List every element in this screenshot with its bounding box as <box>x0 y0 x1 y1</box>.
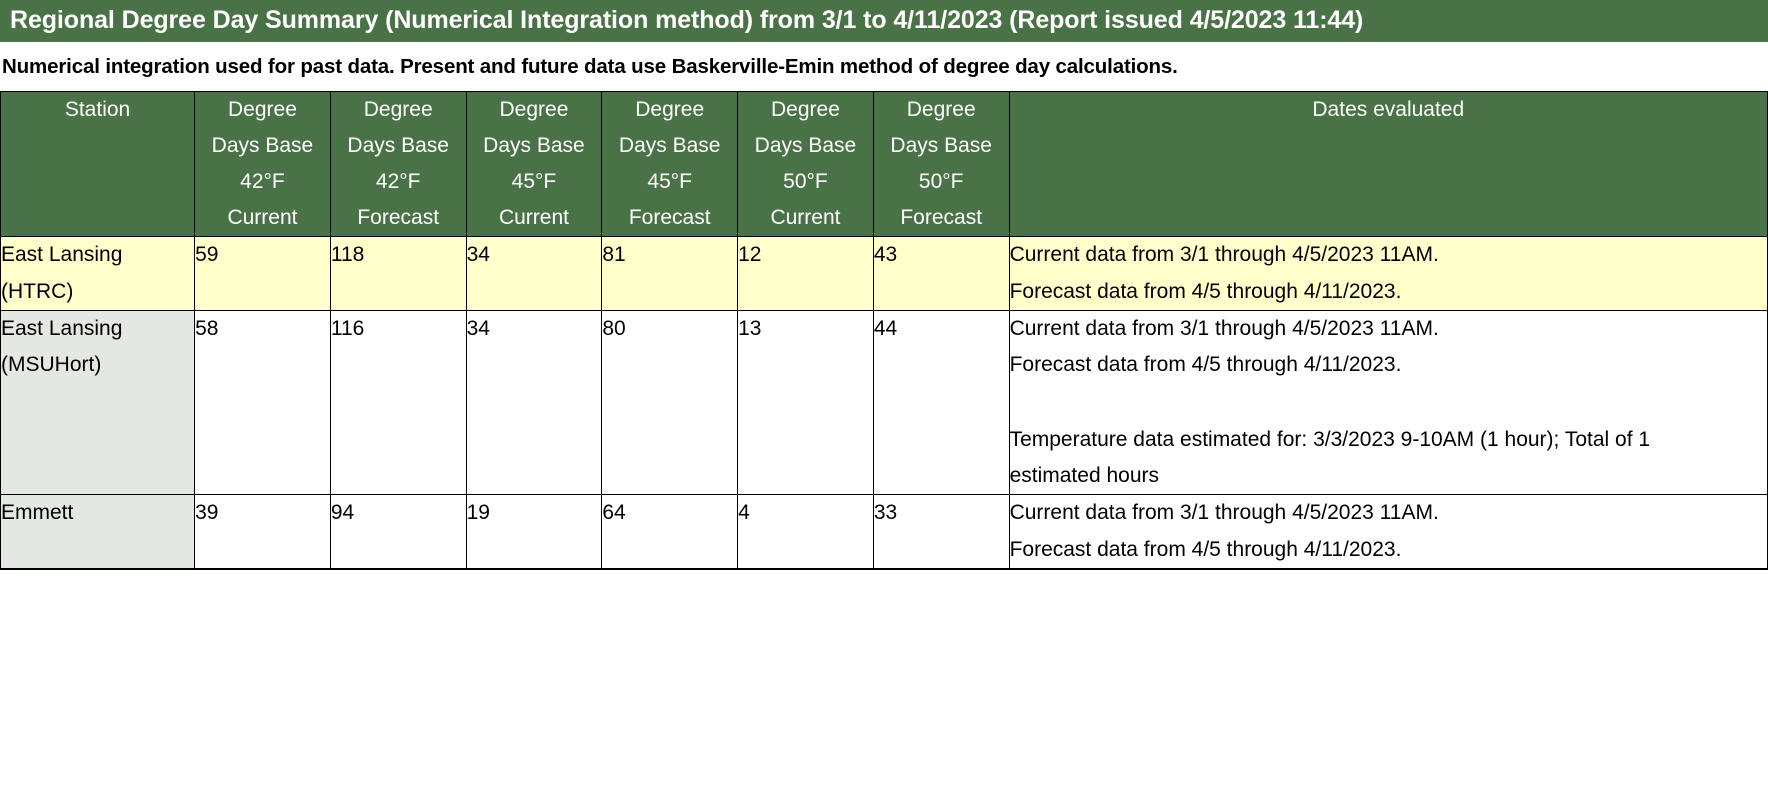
column-header-line: Days Base <box>754 134 857 158</box>
column-header-line: Station <box>64 98 131 121</box>
degree-day-value-dd45cur: 19 <box>465 494 603 570</box>
column-header-line: Degree <box>635 98 705 121</box>
column-header-line: 50°F <box>918 170 964 194</box>
column-header-line: Days Base <box>890 134 992 158</box>
column-header-line: 42°F <box>240 170 285 194</box>
table-header: Station Degree Days Base 42°F Current Degree D… <box>0 90 1768 238</box>
column-header-line: Days Base <box>211 134 314 158</box>
dates-evaluated-cell <box>1008 568 1768 571</box>
dates-evaluated-line: Forecast data from 4/5 through 4/11/2023… <box>1009 537 1402 561</box>
column-header-line: Forecast <box>900 206 983 230</box>
degree-day-value-dd45fc: 81 <box>601 236 739 312</box>
station-name-line: East Lansing <box>1 243 123 267</box>
page-title: Regional Degree Day Summary (Numerical I… <box>0 0 1768 42</box>
dates-evaluated-cell: Current data from 3/1 through 4/5/2023 1… <box>1008 236 1768 312</box>
station-name-line: East Lansing <box>1 317 123 341</box>
station-name-cell <box>0 568 196 571</box>
column-header-line: 45°F <box>511 170 557 194</box>
degree-day-value-dd50fc: 43 <box>872 236 1010 312</box>
table-row <box>0 568 1768 571</box>
dates-evaluated-cell: Current data from 3/1 through 4/5/2023 1… <box>1008 310 1768 496</box>
dates-evaluated-line: Forecast data from 4/5 through 4/11/2023… <box>1009 353 1402 377</box>
estimated-data-note-line: estimated hours <box>1009 464 1159 488</box>
column-header-line: Current <box>227 206 298 230</box>
table-body: East Lansing (HTRC) 59 118 34 81 12 43 Current d… <box>0 236 1768 571</box>
degree-day-value-dd50cur: 4 <box>737 494 874 570</box>
column-header-line: Days Base <box>347 134 449 158</box>
table-header-row: Station Degree Days Base 42°F Current Degree D… <box>0 90 1768 238</box>
dates-evaluated-line: Current data from 3/1 through 4/5/2023 1… <box>1009 243 1439 267</box>
degree-day-value-dd45cur <box>465 568 603 571</box>
column-header-line: Degree <box>363 98 433 121</box>
dates-evaluated-line: Current data from 3/1 through 4/5/2023 1… <box>1009 317 1439 341</box>
column-header-line: Current <box>498 206 569 230</box>
degree-day-value-dd45fc: 64 <box>601 494 739 570</box>
station-name-cell: Emmett <box>0 494 196 570</box>
degree-day-value-dd50cur: 13 <box>737 310 874 496</box>
column-header-line: 50°F <box>783 170 828 194</box>
station-name-line: (HTRC) <box>1 279 74 303</box>
dates-evaluated-line: Current data from 3/1 through 4/5/2023 1… <box>1009 501 1439 525</box>
degree-day-value-dd50fc: 44 <box>872 310 1010 496</box>
column-header-dd42cur: Degree Days Base 42°F Current <box>194 90 331 238</box>
dates-evaluated-line: Forecast data from 4/5 through 4/11/2023… <box>1009 279 1402 303</box>
column-header-dd50cur: Degree Days Base 50°F Current <box>737 90 874 238</box>
degree-day-value-dd42cur <box>194 568 331 571</box>
degree-day-value-dd42cur: 58 <box>194 310 331 496</box>
column-header-line: Degree <box>771 98 840 121</box>
table-row: Emmett 39 94 19 64 4 33 Current data from 3/1 t… <box>0 494 1768 570</box>
column-header-dd42fc: Degree Days Base 42°F Forecast <box>329 90 467 238</box>
column-header-line: Degree <box>228 98 297 121</box>
table-row: East Lansing (HTRC) 59 118 34 81 12 43 Current d… <box>0 236 1768 312</box>
degree-day-value-dd42fc: 118 <box>329 236 467 312</box>
column-header-station: Station <box>0 90 196 238</box>
column-header-dd45fc: Degree Days Base 45°F Forecast <box>601 90 739 238</box>
column-header-line: 45°F <box>647 170 692 194</box>
degree-day-table: Station Degree Days Base 42°F Current Degree D… <box>0 90 1768 571</box>
dates-evaluated-cell: Current data from 3/1 through 4/5/2023 1… <box>1008 494 1768 570</box>
notes-spacer <box>1010 384 1767 422</box>
column-header-line: Days Base <box>483 134 585 158</box>
degree-day-value-dd45fc <box>601 568 739 571</box>
degree-day-value-dd42cur: 39 <box>194 494 331 570</box>
column-header-dd45cur: Degree Days Base 45°F Current <box>465 90 603 238</box>
table-row: East Lansing (MSUHort) 58 116 34 80 13 44 Curren… <box>0 310 1768 496</box>
station-name-cell: East Lansing (HTRC) <box>0 236 196 312</box>
column-header-line: Forecast <box>628 206 711 230</box>
degree-day-value-dd50cur: 12 <box>737 236 874 312</box>
degree-day-value-dd42cur: 59 <box>194 236 331 312</box>
degree-day-value-dd45cur: 34 <box>465 310 603 496</box>
column-header-line: Forecast <box>357 206 440 230</box>
degree-day-value-dd50cur <box>737 568 874 571</box>
station-name-line: (MSUHort) <box>1 353 102 377</box>
degree-day-value-dd50fc <box>872 568 1010 571</box>
estimated-data-note-line: Temperature data estimated for: 3/3/2023… <box>1009 427 1651 451</box>
column-header-line: Dates evaluated <box>1312 98 1465 121</box>
degree-day-value-dd42fc: 116 <box>329 310 467 496</box>
column-header-dd50fc: Degree Days Base 50°F Forecast <box>872 90 1010 238</box>
station-name-cell: East Lansing (MSUHort) <box>0 310 196 496</box>
column-header-line: Degree <box>499 98 569 121</box>
degree-day-value-dd42fc: 94 <box>329 494 467 570</box>
column-header-line: Degree <box>906 98 976 121</box>
degree-day-value-dd50fc: 33 <box>872 494 1010 570</box>
column-header-line: Current <box>770 206 841 230</box>
degree-day-value-dd45fc: 80 <box>601 310 739 496</box>
degree-day-value-dd45cur: 34 <box>465 236 603 312</box>
station-name-line: Emmett <box>1 501 74 525</box>
column-header-line: Days Base <box>618 134 721 158</box>
column-header-line: 42°F <box>375 170 421 194</box>
column-header-dates: Dates evaluated <box>1008 90 1768 238</box>
intro-note: Numerical integration used for past data… <box>2 55 1178 78</box>
degree-day-value-dd42fc <box>329 568 467 571</box>
